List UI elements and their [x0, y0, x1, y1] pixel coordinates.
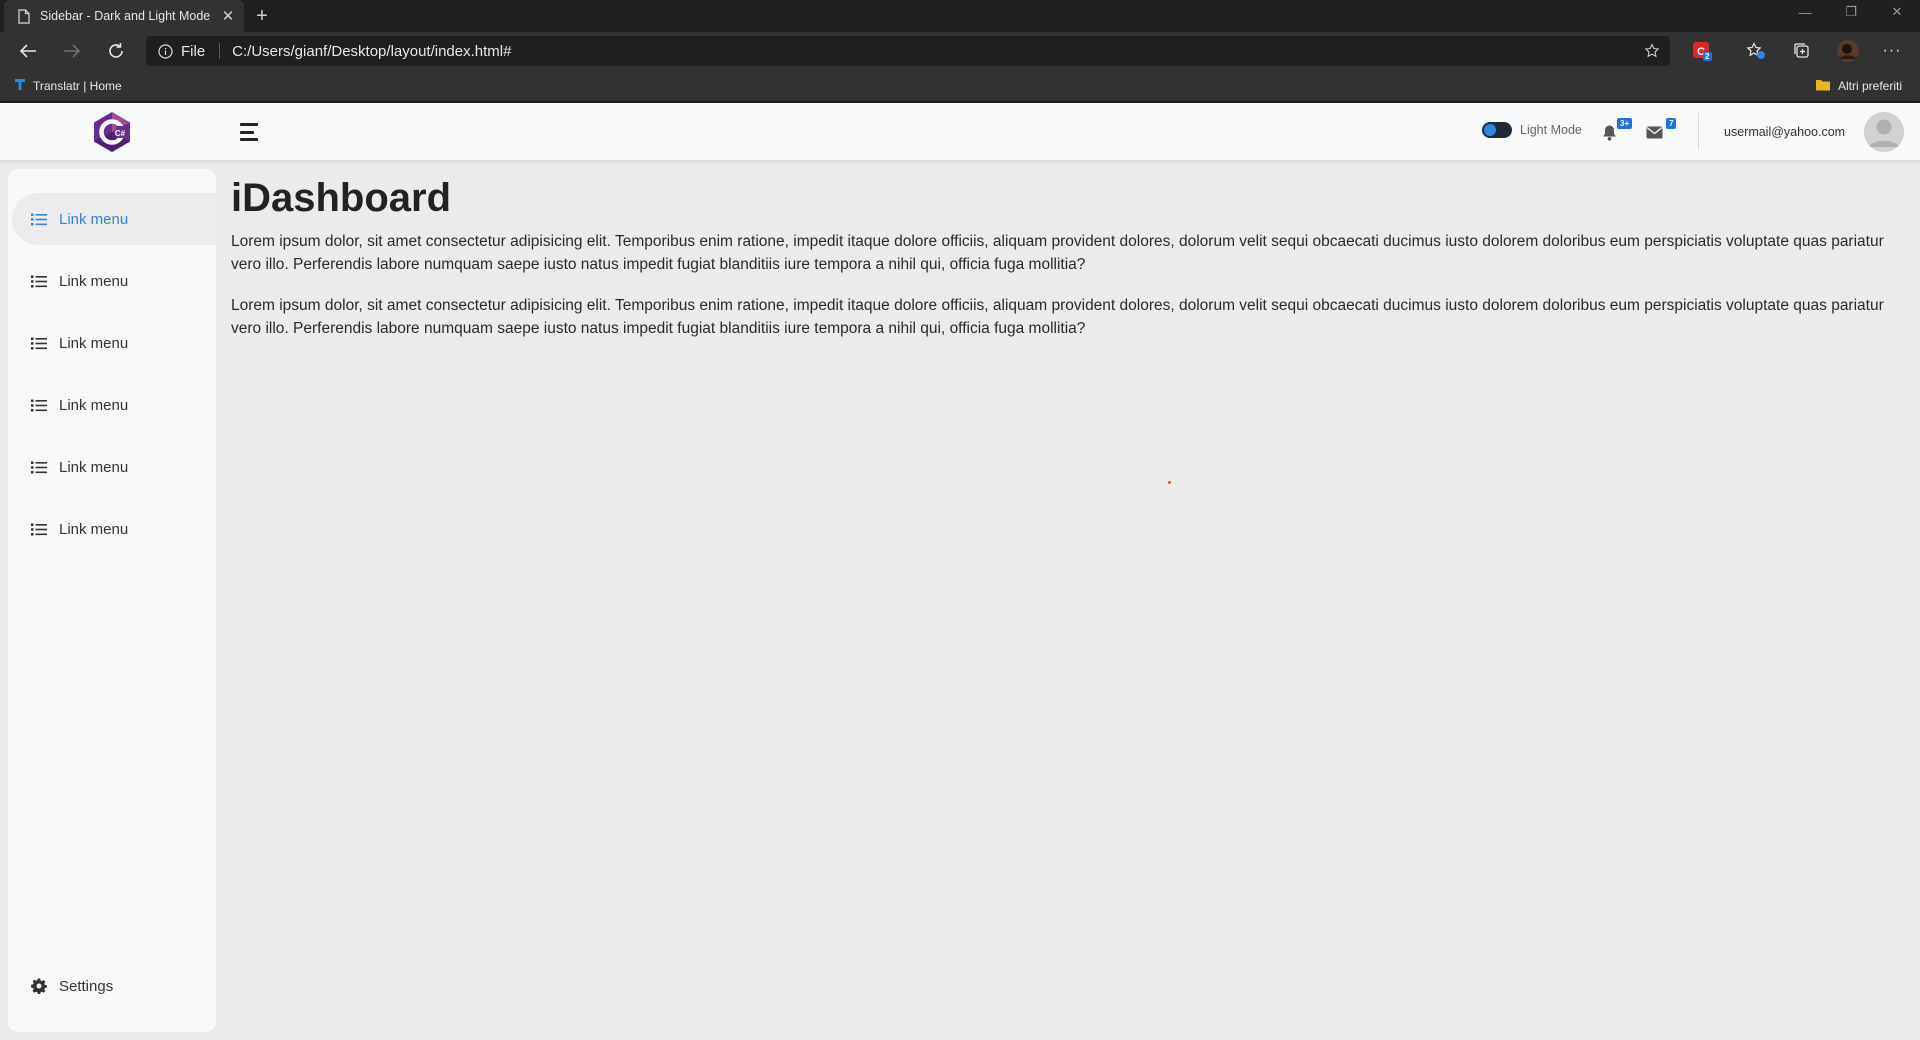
notifications-button[interactable]: 3+ [1602, 118, 1634, 146]
other-bookmarks-label: Altri preferiti [1838, 79, 1903, 93]
sidebar-item-link-menu-4[interactable]: Link menu [12, 379, 216, 431]
window-close-icon[interactable]: ✕ [1874, 0, 1920, 24]
restore-icon[interactable]: ❐ [1828, 0, 1874, 24]
browser-tab[interactable]: Sidebar - Dark and Light Mode ✕ [4, 0, 244, 32]
address-url[interactable]: C:/Users/gianf/Desktop/layout/index.html… [232, 43, 1644, 60]
user-avatar[interactable] [1864, 112, 1904, 152]
favorites-icon[interactable] [1742, 37, 1770, 65]
other-bookmarks[interactable]: Altri preferiti [1815, 78, 1902, 94]
logo-text: C# [115, 129, 126, 138]
top-navbar: C# Light Mode 3+ 7 usermail@yahoo.com [0, 103, 1920, 160]
page-title: iDashboard [231, 176, 452, 220]
sidebar-item-label: Link menu [59, 334, 129, 352]
gear-icon [31, 978, 47, 994]
browser-tabstrip: Sidebar - Dark and Light Mode ✕ + — ❐ ✕ [0, 0, 1920, 32]
user-email: usermail@yahoo.com [1724, 125, 1846, 139]
sidebar: Link menu Link menu Link menu Link menu … [8, 169, 216, 1032]
sidebar-item-link-menu-1[interactable]: Link menu [12, 193, 216, 245]
notifications-badge: 3+ [1617, 118, 1633, 129]
sidebar-item-link-menu-3[interactable]: Link menu [12, 317, 216, 369]
new-tab-icon[interactable]: + [250, 4, 274, 28]
more-options-icon[interactable]: ··· [1878, 37, 1906, 65]
toggle-switch[interactable] [1482, 122, 1512, 138]
forward-icon[interactable] [58, 37, 86, 65]
messages-button[interactable]: 7 [1646, 118, 1678, 146]
bookmarks-bar: Translatr | Home Altri preferiti [0, 70, 1920, 102]
list-icon [31, 399, 47, 412]
sidebar-item-link-menu-6[interactable]: Link menu [12, 503, 216, 555]
mode-label: Light Mode [1520, 123, 1582, 137]
bookmark-label: Translatr | Home [33, 79, 122, 93]
address-bar[interactable]: File C:/Users/gianf/Desktop/layout/index… [146, 36, 1670, 66]
sidebar-item-settings[interactable]: Settings [12, 960, 216, 1012]
sidebar-item-label: Link menu [59, 210, 129, 228]
profile-avatar-icon[interactable] [1834, 37, 1862, 65]
navbar-divider [1698, 113, 1699, 150]
collections-icon[interactable] [1788, 37, 1816, 65]
list-icon [31, 461, 47, 474]
settings-label: Settings [59, 977, 114, 995]
theme-mode-toggle[interactable]: Light Mode [1482, 122, 1582, 138]
paragraph-2: Lorem ipsum dolor, sit amet consectetur … [231, 297, 1884, 337]
folder-icon [1815, 78, 1831, 94]
info-icon[interactable] [158, 43, 173, 59]
browser-toolbar: File C:/Users/gianf/Desktop/layout/index… [0, 32, 1920, 70]
messages-badge: 7 [1666, 118, 1677, 129]
sidebar-item-label: Link menu [59, 272, 129, 290]
address-scheme: File [181, 42, 206, 60]
address-separator [219, 43, 221, 59]
cursor-dot [1168, 481, 1171, 484]
tab-title: Sidebar - Dark and Light Mode [40, 9, 211, 23]
refresh-icon[interactable] [102, 37, 130, 65]
close-tab-icon[interactable]: ✕ [216, 4, 240, 28]
sidebar-item-label: Link menu [59, 396, 129, 414]
sidebar-item-label: Link menu [59, 520, 129, 538]
web-page: C# Light Mode 3+ 7 usermail@yahoo.com Li… [0, 103, 1920, 1040]
minimize-icon[interactable]: — [1782, 0, 1828, 24]
bookmark-translatr[interactable]: Translatr | Home [14, 78, 122, 94]
translatr-icon [14, 78, 26, 94]
list-icon [31, 213, 47, 226]
back-icon[interactable] [14, 37, 42, 65]
list-icon [31, 523, 47, 536]
list-icon [31, 337, 47, 350]
page-icon [18, 8, 30, 24]
sidebar-item-link-menu-2[interactable]: Link menu [12, 255, 216, 307]
envelope-icon [1646, 126, 1663, 144]
bell-icon [1602, 124, 1617, 146]
sidebar-item-link-menu-5[interactable]: Link menu [12, 441, 216, 493]
extension-icon[interactable]: C 2 [1688, 37, 1716, 65]
csharp-logo[interactable]: C# [92, 111, 132, 153]
hamburger-menu-icon[interactable] [240, 123, 258, 141]
paragraph-1: Lorem ipsum dolor, sit amet consectetur … [231, 233, 1884, 273]
extension-badge: 2 [1705, 52, 1710, 61]
favorite-star-icon[interactable] [1644, 43, 1660, 59]
list-icon [31, 275, 47, 288]
sidebar-item-label: Link menu [59, 458, 129, 476]
